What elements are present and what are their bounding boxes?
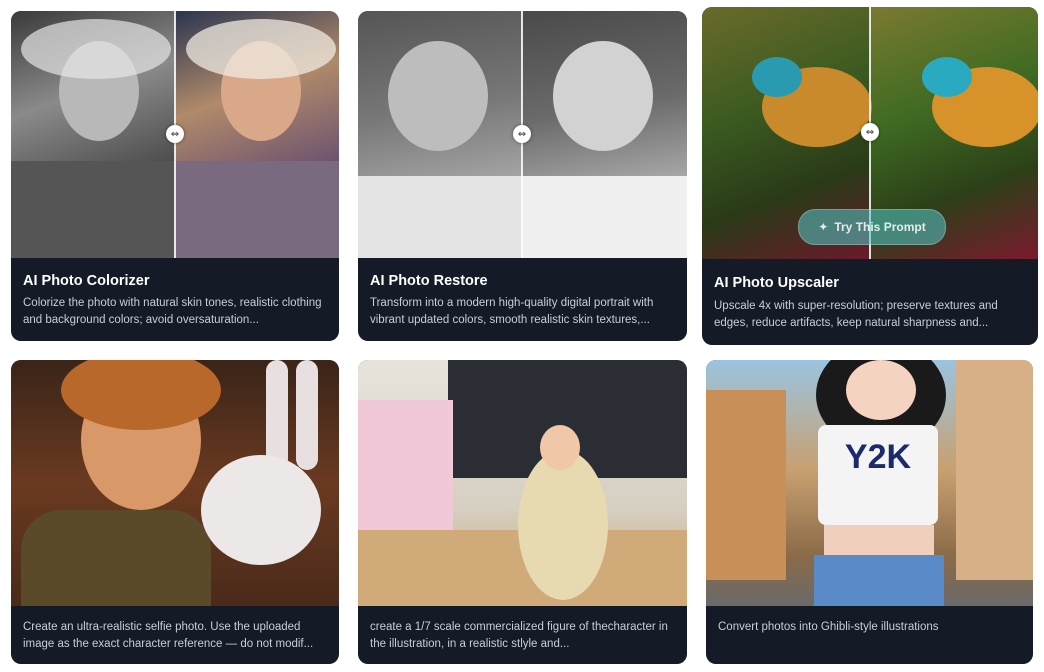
before-after-image: ⇔ [358,11,687,258]
card-selfie-prompt[interactable]: Create an ultra-realistic selfie photo. … [11,360,339,664]
card-image [11,360,339,606]
compare-handle-icon[interactable]: ⇔ [861,123,879,141]
card-title: AI Photo Colorizer [23,273,150,289]
card-description: Transform into a modern high-quality dig… [370,297,654,326]
before-after-image: ⇔ ✦ Try This Prompt [702,7,1038,259]
prompt-gallery: ⇔ AI Photo Colorizer Colorize the photo … [0,0,1044,672]
compare-handle-icon[interactable]: ⇔ [166,125,184,143]
card-figure-prompt[interactable]: create a 1/7 scale commercialized figure… [358,360,687,664]
card-photo-colorizer[interactable]: ⇔ AI Photo Colorizer Colorize the photo … [11,11,339,341]
compare-handle-icon[interactable]: ⇔ [513,125,531,143]
card-title: AI Photo Upscaler [714,275,839,291]
card-description: Upscale 4x with super-resolution; preser… [714,300,998,329]
card-description: Create an ultra-realistic selfie photo. … [23,621,314,650]
card-image [358,360,687,606]
card-description: Convert photos into Ghibli-style illustr… [718,621,939,633]
try-this-prompt-button[interactable]: ✦ Try This Prompt [798,209,946,245]
card-description: create a 1/7 scale commercialized figure… [370,621,668,650]
shirt-text: Y2K [844,438,912,476]
card-description: Colorize the photo with natural skin ton… [23,297,322,326]
before-after-image: ⇔ [11,11,339,258]
try-button-label: Try This Prompt [834,220,926,234]
card-ghibli-prompt[interactable]: Y2K Convert photos into Ghibli-style ill… [706,360,1033,664]
card-title: AI Photo Restore [370,273,488,289]
card-image: Y2K [706,360,1033,606]
sparkle-icon: ✦ [818,220,829,234]
card-photo-restore[interactable]: ⇔ AI Photo Restore Transform into a mode… [358,11,687,341]
card-photo-upscaler[interactable]: ⇔ ✦ Try This Prompt AI Photo Upscaler Up… [702,7,1038,345]
